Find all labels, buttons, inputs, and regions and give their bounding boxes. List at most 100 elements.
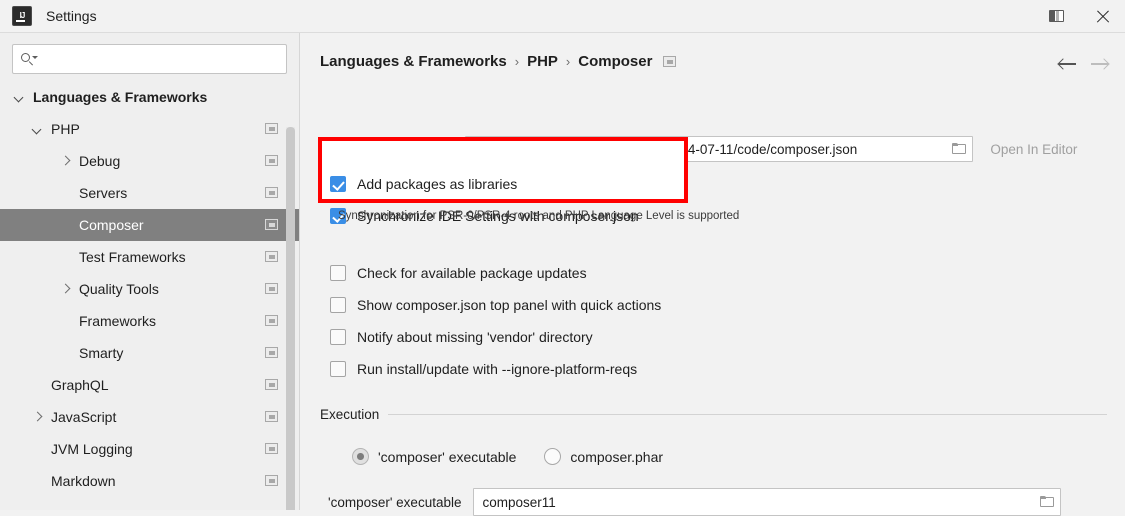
search-input[interactable] xyxy=(42,50,280,68)
sidebar-item-label: Languages & Frameworks xyxy=(33,89,208,105)
sidebar-item-label: Frameworks xyxy=(79,313,157,329)
settings-sidebar: Languages & Frameworks PHP Debug Servers Com… xyxy=(0,33,300,510)
back-button[interactable] xyxy=(1051,51,1083,77)
section-divider xyxy=(388,414,1107,415)
sidebar-item-composer[interactable]: Composer xyxy=(0,209,299,241)
close-icon xyxy=(1095,9,1110,24)
navigation-buttons xyxy=(1051,51,1115,77)
sidebar-item-javascript[interactable]: JavaScript xyxy=(0,401,299,433)
synchronization-hint-text: Synchronization for PSR-0/PSR-4 roots an… xyxy=(338,210,740,222)
window-controls xyxy=(1033,0,1125,32)
settings-page-badge-icon xyxy=(265,347,278,358)
sidebar-item-label: PHP xyxy=(51,121,80,137)
search-box[interactable] xyxy=(12,44,287,74)
settings-page-badge-icon xyxy=(265,155,278,166)
intellij-idea-icon: IJ xyxy=(12,6,32,26)
open-in-editor-button[interactable]: Open In Editor xyxy=(990,142,1077,157)
sidebar-item-label: Markdown xyxy=(51,473,116,489)
sidebar-scrollbar-track[interactable] xyxy=(286,127,295,510)
arrow-left-icon xyxy=(1056,58,1077,70)
chevron-right-icon[interactable] xyxy=(60,283,72,295)
sidebar-item-frameworks[interactable]: Frameworks xyxy=(0,305,299,337)
checkbox-unchecked-icon xyxy=(330,265,346,281)
search-icon xyxy=(21,52,38,66)
toggle-side-panel-icon xyxy=(1048,10,1064,22)
settings-page-badge-icon xyxy=(265,123,278,134)
folder-browse-icon xyxy=(1039,496,1055,508)
breadcrumb-part-2[interactable]: Composer xyxy=(578,53,652,70)
sidebar-item-label: JVM Logging xyxy=(51,441,133,457)
settings-page-badge-icon xyxy=(265,219,278,230)
sidebar-item-label: Smarty xyxy=(79,345,124,361)
radio-label: 'composer' executable xyxy=(378,448,517,465)
checkbox-ignore-platform-reqs[interactable]: Run install/update with --ignore-platfor… xyxy=(330,361,637,377)
checkbox-add-packages-as-libraries[interactable]: Add packages as libraries xyxy=(330,176,517,192)
sidebar-item-quality-tools[interactable]: Quality Tools xyxy=(0,273,299,305)
breadcrumb-part-1[interactable]: PHP xyxy=(527,53,558,70)
execution-mode-radio-group: 'composer' executable composer.phar xyxy=(352,448,663,465)
composer-executable-label: 'composer' executable xyxy=(328,494,462,510)
settings-page-badge-icon xyxy=(265,411,278,422)
composer-executable-input[interactable] xyxy=(474,489,1035,515)
sidebar-item-debug[interactable]: Debug xyxy=(0,145,299,177)
sidebar-item-languages-frameworks[interactable]: Languages & Frameworks xyxy=(0,81,299,113)
sidebar-item-label: Debug xyxy=(79,153,121,169)
checkbox-label: Notify about missing 'vendor' directory xyxy=(357,329,593,345)
settings-window: IJ Settings Languages & Frameworks PHP Deb… xyxy=(0,0,1125,516)
execution-section-header: Execution xyxy=(320,407,1107,422)
sidebar-item-label: Servers xyxy=(79,185,128,201)
composer-executable-row: 'composer' executable xyxy=(328,488,1062,516)
search-wrapper xyxy=(0,33,299,74)
sidebar-item-label: JavaScript xyxy=(51,409,117,425)
sidebar-item-jvm-logging[interactable]: JVM Logging xyxy=(0,433,299,465)
checkbox-show-composer-top-panel[interactable]: Show composer.json top panel with quick … xyxy=(330,297,661,313)
sidebar-item-smarty[interactable]: Smarty xyxy=(0,337,299,369)
folder-browse-icon xyxy=(951,143,967,155)
settings-page-badge-icon xyxy=(265,315,278,326)
chevron-right-icon[interactable] xyxy=(32,411,44,423)
composer-executable-field[interactable] xyxy=(473,488,1062,516)
sidebar-item-test-frameworks[interactable]: Test Frameworks xyxy=(0,241,299,273)
sidebar-item-servers[interactable]: Servers xyxy=(0,177,299,209)
arrow-right-icon xyxy=(1090,58,1110,70)
checkbox-checked-icon xyxy=(330,176,346,192)
composer-executable-browse-button[interactable] xyxy=(1034,490,1060,514)
chevron-right-icon[interactable] xyxy=(60,155,72,167)
title-bar: IJ Settings xyxy=(0,0,1125,33)
checkbox-notify-missing-vendor[interactable]: Notify about missing 'vendor' directory xyxy=(330,329,593,345)
settings-content-pane: Languages & Frameworks › PHP › Composer … xyxy=(300,33,1125,516)
radio-composer-phar[interactable] xyxy=(544,448,562,465)
chevron-down-icon[interactable] xyxy=(32,123,44,135)
sidebar-scrollbar-thumb[interactable] xyxy=(286,127,295,510)
composer-path-browse-button[interactable] xyxy=(946,137,972,161)
sidebar-item-label: Test Frameworks xyxy=(79,249,186,265)
breadcrumb-part-0[interactable]: Languages & Frameworks xyxy=(320,53,507,70)
checkbox-label: Check for available package updates xyxy=(357,265,587,281)
settings-tree: Languages & Frameworks PHP Debug Servers Com… xyxy=(0,81,299,497)
checkbox-label: Run install/update with --ignore-platfor… xyxy=(357,361,638,377)
sidebar-item-markdown[interactable]: Markdown xyxy=(0,465,299,497)
chevron-down-icon[interactable] xyxy=(14,91,26,103)
window-title: Settings xyxy=(46,8,97,24)
forward-button[interactable] xyxy=(1083,51,1115,77)
toggle-side-panel-button[interactable] xyxy=(1033,0,1079,32)
sidebar-item-graphql[interactable]: GraphQL xyxy=(0,369,299,401)
radio-label: composer.phar xyxy=(570,448,664,465)
sidebar-item-php[interactable]: PHP xyxy=(0,113,299,145)
settings-page-badge-icon xyxy=(265,475,278,486)
sidebar-item-label: Composer xyxy=(79,217,144,233)
checkbox-check-for-package-updates[interactable]: Check for available package updates xyxy=(330,265,587,281)
checkbox-unchecked-icon xyxy=(330,297,346,313)
settings-page-badge-icon xyxy=(265,283,278,294)
breadcrumb-separator: › xyxy=(514,54,520,69)
close-button[interactable] xyxy=(1079,0,1125,32)
execution-section-title: Execution xyxy=(320,407,380,422)
radio-composer-executable[interactable] xyxy=(352,448,369,465)
